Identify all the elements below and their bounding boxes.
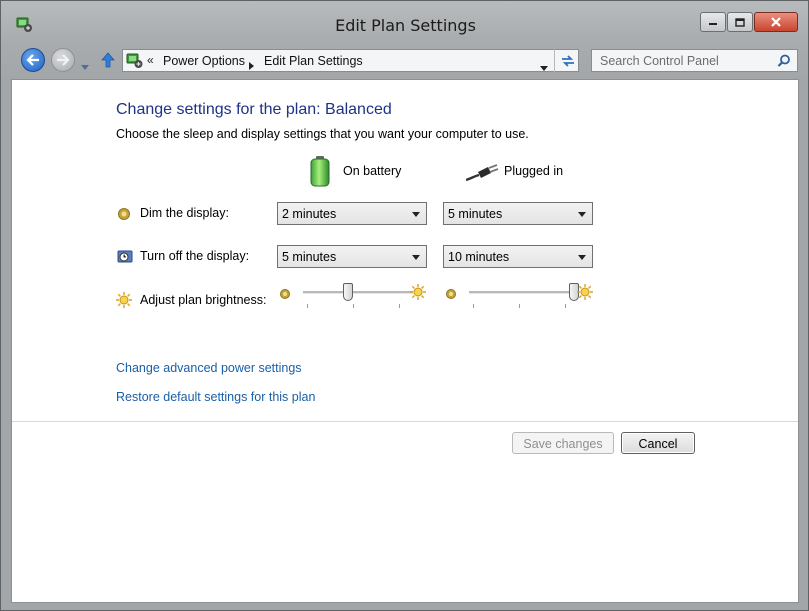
navigation-bar: « Power Options Edit Plan Settings <box>1 41 808 78</box>
cancel-button[interactable]: Cancel <box>621 432 695 454</box>
brightness-high-icon <box>576 283 594 306</box>
forward-button[interactable] <box>51 48 75 72</box>
slider-tick <box>519 304 520 308</box>
turn-off-display-plugged-select[interactable]: 10 minutes <box>443 245 593 268</box>
address-history-dropdown[interactable] <box>540 58 548 76</box>
slider-tick <box>473 304 474 308</box>
slider-track <box>303 291 413 294</box>
turn-off-display-icon <box>117 249 134 270</box>
refresh-icon <box>561 54 574 67</box>
breadcrumb-overflow-icon[interactable]: « <box>147 53 154 67</box>
recent-pages-dropdown[interactable] <box>81 57 89 75</box>
brightness-low-icon <box>279 287 291 305</box>
chevron-down-icon <box>578 255 586 260</box>
breadcrumb-edit-plan-settings[interactable]: Edit Plan Settings <box>264 54 363 68</box>
brightness-label: Adjust plan brightness: <box>140 293 267 307</box>
dim-display-battery-select[interactable]: 2 minutes <box>277 202 427 225</box>
dim-display-battery-value: 2 minutes <box>282 207 337 221</box>
back-arrow-icon <box>26 54 39 66</box>
minimize-button[interactable] <box>700 12 726 32</box>
chevron-down-icon <box>81 65 89 70</box>
page-heading: Change settings for the plan: Balanced <box>116 101 392 118</box>
turn-off-display-plugged-value: 10 minutes <box>448 250 510 264</box>
slider-thumb[interactable] <box>343 283 353 301</box>
search-input[interactable] <box>598 53 772 69</box>
slider-tick <box>307 304 308 308</box>
slider-tick <box>399 304 400 308</box>
maximize-button[interactable] <box>727 12 753 32</box>
forward-arrow-icon <box>57 54 70 66</box>
battery-brightness-slider[interactable] <box>303 282 413 308</box>
up-arrow-icon <box>101 52 115 68</box>
on-battery-label: On battery <box>343 164 402 178</box>
brightness-high-icon <box>409 283 427 306</box>
close-button[interactable] <box>754 12 798 32</box>
change-advanced-power-settings-link[interactable]: Change advanced power settings <box>116 361 302 375</box>
turn-off-display-battery-value: 5 minutes <box>282 250 337 264</box>
breadcrumb-power-options[interactable]: Power Options <box>163 54 245 68</box>
restore-default-settings-link[interactable]: Restore default settings for this plan <box>116 390 315 404</box>
title-bar: Edit Plan Settings <box>1 1 808 41</box>
maximize-icon <box>735 17 745 27</box>
search-box[interactable] <box>591 49 798 72</box>
control-panel-icon <box>126 52 144 74</box>
chevron-down-icon <box>540 66 548 71</box>
close-icon <box>771 17 781 27</box>
save-changes-button[interactable]: Save changes <box>512 432 614 454</box>
edit-plan-settings-window: Edit Plan Settings « Power Options Edit … <box>0 0 809 611</box>
chevron-down-icon <box>578 212 586 217</box>
window-title: Edit Plan Settings <box>335 16 476 35</box>
brightness-low-icon <box>445 287 457 305</box>
dim-display-plugged-value: 5 minutes <box>448 207 503 221</box>
page-subtitle: Choose the sleep and display settings th… <box>116 127 529 141</box>
chevron-down-icon <box>412 212 420 217</box>
minimize-icon <box>709 23 717 25</box>
search-icon[interactable] <box>777 54 791 73</box>
up-button[interactable] <box>101 52 115 73</box>
power-plug-icon <box>465 164 500 187</box>
content-panel: Change settings for the plan: Balanced C… <box>11 79 799 603</box>
breadcrumb-separator-icon[interactable] <box>249 57 254 75</box>
refresh-button[interactable] <box>554 49 580 72</box>
turn-off-display-battery-select[interactable]: 5 minutes <box>277 245 427 268</box>
slider-tick <box>353 304 354 308</box>
brightness-icon <box>115 291 133 314</box>
back-button[interactable] <box>21 48 45 72</box>
dim-display-icon <box>117 207 131 226</box>
address-bar[interactable]: « Power Options Edit Plan Settings <box>122 49 579 72</box>
divider <box>12 421 798 422</box>
dim-display-label: Dim the display: <box>140 206 229 220</box>
slider-track <box>469 291 579 294</box>
turn-off-display-label: Turn off the display: <box>140 249 250 263</box>
slider-tick <box>565 304 566 308</box>
dim-display-plugged-select[interactable]: 5 minutes <box>443 202 593 225</box>
battery-icon <box>309 155 331 192</box>
plugged-in-label: Plugged in <box>504 164 564 178</box>
plugged-brightness-slider[interactable] <box>469 282 579 308</box>
chevron-down-icon <box>412 255 420 260</box>
